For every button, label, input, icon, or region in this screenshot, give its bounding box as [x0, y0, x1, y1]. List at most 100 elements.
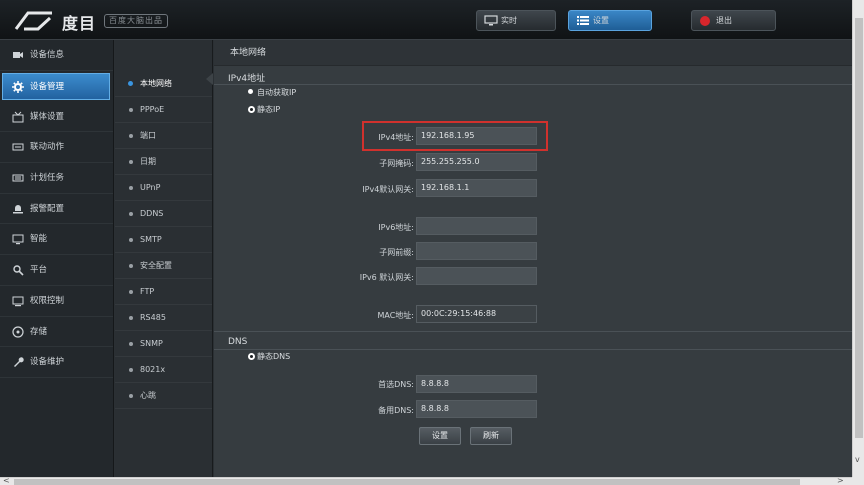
schedule-icon: [12, 174, 24, 182]
subnav-item-5[interactable]: DDNS: [115, 201, 212, 227]
leftnav-item-10[interactable]: 设备维护: [0, 347, 113, 378]
scroll-left-arrow[interactable]: <: [3, 476, 10, 485]
vertical-scrollbar[interactable]: v: [852, 0, 864, 477]
horizontal-scrollbar[interactable]: < >: [0, 476, 852, 485]
live-button-label: 实时: [501, 16, 517, 25]
leftnav-item-7[interactable]: 平台: [0, 255, 113, 286]
ipv6-address-input[interactable]: [416, 217, 537, 235]
horizontal-scroll-thumb[interactable]: [14, 479, 800, 485]
leftnav-item-4[interactable]: 计划任务: [0, 163, 113, 194]
bullet-icon: [129, 134, 133, 138]
ipv4-section-title: IPv4地址: [228, 74, 266, 84]
leftnav-item-label: 联动动作: [30, 142, 65, 153]
logout-button[interactable]: 退出: [691, 10, 776, 31]
bullet-icon: [129, 342, 133, 346]
leftnav-item-label: 媒体设置: [30, 111, 65, 122]
leftnav-item-label: 权限控制: [30, 295, 65, 306]
subnav-item-label: 心跳: [140, 391, 156, 400]
preferred-dns-input[interactable]: 8.8.8.8: [416, 375, 537, 393]
subnav-item-label: RS485: [140, 313, 166, 322]
leftnav-item-2[interactable]: 媒体设置: [0, 102, 113, 133]
leftnav-item-1[interactable]: 设备管理: [2, 72, 110, 100]
mac-address-label: MAC地址:: [377, 311, 414, 320]
leftnav-item-label: 智能: [30, 234, 48, 245]
media-icon: [12, 111, 24, 123]
leftnav-item-label: 设备管理: [30, 81, 65, 92]
permission-icon: [12, 296, 24, 307]
leftnav-item-6[interactable]: 智能: [0, 224, 113, 256]
subnav-item-2[interactable]: 端口: [115, 123, 212, 149]
alternate-dns-input[interactable]: 8.8.8.8: [416, 400, 537, 418]
logout-button-label: 退出: [716, 16, 732, 25]
subnet-mask-input[interactable]: 255.255.255.0: [416, 153, 537, 171]
subnav-item-label: UPnP: [140, 183, 161, 192]
subnav-item-11[interactable]: 8021x: [115, 357, 212, 383]
live-button[interactable]: 实时: [476, 10, 556, 31]
highlight-box: [362, 121, 548, 151]
subnav-item-label: 8021x: [140, 365, 166, 374]
subnav-item-label: 本地网络: [140, 79, 172, 88]
ipv4-divider: [214, 84, 852, 85]
ipv4-gateway-input[interactable]: 192.168.1.1: [416, 179, 537, 197]
mac-address-value: 00:0C:29:15:46:88: [416, 305, 537, 323]
leftnav-item-0[interactable]: 设备信息: [0, 40, 113, 71]
list-icon: [577, 16, 589, 25]
breadcrumb: 本地网络: [214, 40, 852, 66]
scrollbar-corner: [852, 477, 864, 485]
gear-icon: [12, 80, 24, 93]
subnav-item-12[interactable]: 心跳: [115, 383, 212, 409]
bullet-icon: [129, 264, 133, 268]
subnav-item-9[interactable]: RS485: [115, 305, 212, 331]
static-dns-radio[interactable]: 静态DNS: [248, 351, 290, 362]
leftnav-item-label: 平台: [30, 265, 48, 276]
vertical-scroll-thumb[interactable]: [855, 18, 863, 438]
scroll-down-arrow[interactable]: v: [855, 455, 860, 464]
leftnav-item-label: 报警配置: [30, 203, 65, 214]
subnav-item-3[interactable]: 日期: [115, 149, 212, 175]
scroll-right-arrow[interactable]: >: [837, 476, 844, 485]
linkage-icon: [12, 143, 24, 151]
ipv6-gateway-input[interactable]: [416, 267, 537, 285]
dns-divider: [214, 349, 852, 350]
leftnav-item-label: 设备信息: [30, 50, 65, 60]
subnav-item-8[interactable]: FTP: [115, 279, 212, 305]
leftnav-item-8[interactable]: 权限控制: [0, 286, 113, 317]
leftnav-item-label: 计划任务: [30, 173, 65, 184]
leftnav-item-9[interactable]: 存储: [0, 317, 113, 348]
subnav-item-6[interactable]: SMTP: [115, 227, 212, 253]
alternate-dns-label: 备用DNS:: [378, 406, 414, 415]
subnav-item-label: 日期: [140, 157, 156, 166]
settings-button-label: 设置: [593, 16, 609, 25]
ipv4-gateway-label: IPv4默认网关:: [362, 185, 414, 194]
logo-icon: [14, 11, 52, 31]
subnav-item-4[interactable]: UPnP: [115, 175, 212, 201]
static-ip-radio[interactable]: 静态IP: [248, 104, 280, 115]
bullet-icon: [129, 212, 133, 216]
monitor-icon: [12, 234, 24, 245]
dns-top-divider: [214, 331, 852, 332]
subnav-item-label: 安全配置: [140, 261, 172, 270]
logo-text: 度目: [62, 14, 97, 33]
bullet-icon: [129, 316, 133, 320]
leftnav-item-5[interactable]: 报警配置: [0, 194, 113, 225]
set-button[interactable]: 设置: [419, 427, 461, 445]
sub-nav: 本地网络 PPPoE 端口日期 UPnP DDNS SMTP 安全配置 FTP RS485 SNM…: [115, 40, 213, 477]
leftnav-item-3[interactable]: 联动动作: [0, 132, 113, 164]
static-dns-label: 静态DNS: [257, 352, 291, 361]
subnet-prefix-input[interactable]: [416, 242, 537, 260]
ipv6-gateway-label: IPv6 默认网关:: [359, 273, 414, 282]
bullet-icon: [129, 238, 133, 242]
settings-button[interactable]: 设置: [568, 10, 652, 31]
bullet-icon: [129, 108, 133, 112]
refresh-button[interactable]: 刷新: [470, 427, 512, 445]
static-ip-label: 静态IP: [257, 105, 281, 114]
leftnav-item-label: 设备维护: [30, 357, 65, 368]
subnav-item-1[interactable]: PPPoE: [115, 97, 212, 123]
auto-ip-radio[interactable]: 自动获取IP: [248, 87, 296, 98]
subnav-item-10[interactable]: SNMP: [115, 331, 212, 357]
subnav-item-7[interactable]: 安全配置: [115, 253, 212, 279]
subnav-item-0[interactable]: 本地网络: [115, 71, 212, 97]
monitor-icon: [484, 15, 498, 26]
subnet-prefix-label: 子网前缀:: [379, 248, 414, 257]
alarm-icon: [13, 204, 23, 214]
